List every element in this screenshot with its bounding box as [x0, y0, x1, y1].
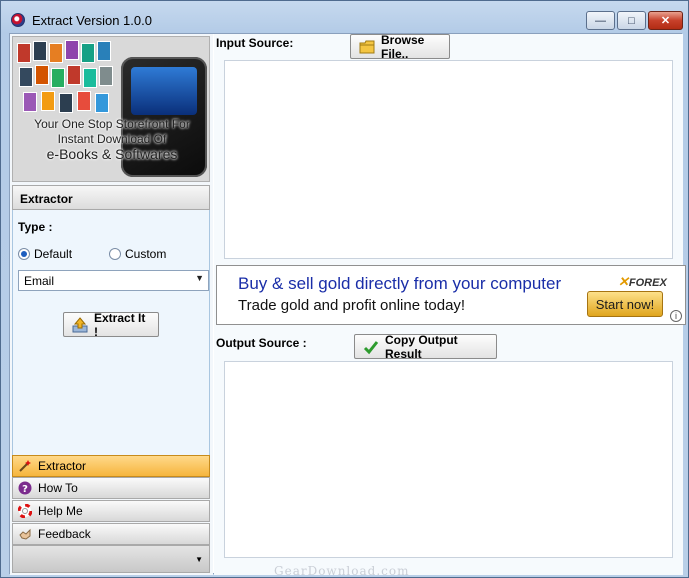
- browse-file-button[interactable]: Browse File..: [350, 32, 450, 61]
- type-label: Type :: [18, 220, 53, 234]
- nav-overflow-dropdown[interactable]: ▼: [12, 545, 210, 573]
- nav-item-label: How To: [38, 481, 78, 495]
- folder-icon: [359, 39, 375, 55]
- extract-type-select[interactable]: Email ▼: [18, 270, 209, 291]
- maximize-icon: □: [628, 14, 635, 27]
- copy-output-button[interactable]: Copy Output Result: [354, 332, 497, 361]
- banner-line-2: Instant Download Of: [57, 132, 167, 146]
- banner-line-3: e-Books & Softwares: [46, 146, 178, 162]
- input-source-label: Input Source:: [216, 36, 294, 50]
- right-panel: Input Source: Browse File.. Buy & sell g…: [214, 32, 686, 575]
- magic-wand-icon: [17, 458, 33, 474]
- extract-type-value: Email: [24, 274, 55, 288]
- input-source-textarea[interactable]: [224, 60, 673, 259]
- minimize-icon: —: [595, 14, 606, 27]
- app-window: Extract Version 1.0.0 — □ ✕ Your One Sto…: [0, 0, 689, 578]
- radio-default-indicator[interactable]: [18, 248, 30, 260]
- close-icon: ✕: [660, 15, 671, 27]
- client-area: Your One Stop Storefront For Instant Dow…: [9, 32, 686, 575]
- browse-file-label: Browse File..: [381, 32, 425, 61]
- nav-item-label: Feedback: [38, 527, 91, 541]
- info-icon[interactable]: i: [670, 310, 682, 322]
- chevron-down-icon: ▼: [195, 555, 203, 564]
- nav-item-help-me[interactable]: Help Me: [12, 500, 210, 522]
- radio-default-label: Default: [34, 247, 73, 261]
- output-source-textarea[interactable]: [224, 361, 673, 558]
- title-bar[interactable]: Extract Version 1.0.0 — □ ✕: [1, 1, 688, 33]
- extractor-pane: Type : Default Custom Email ▼ Extract It…: [12, 210, 210, 456]
- copy-output-label: Copy Output Result: [385, 332, 458, 361]
- banner-line-1: Your One Stop Storefront For: [34, 117, 190, 131]
- chevron-down-icon: ▼: [195, 273, 204, 283]
- nav-item-feedback[interactable]: Feedback: [12, 523, 210, 545]
- lifebuoy-icon: [17, 503, 33, 519]
- forex-brand: FOREX: [628, 277, 667, 289]
- output-source-label: Output Source :: [216, 336, 307, 350]
- extract-icon: [72, 316, 88, 333]
- forex-ad-banner[interactable]: Buy & sell gold directly from your compu…: [216, 265, 686, 325]
- storefront-banner[interactable]: Your One Stop Storefront For Instant Dow…: [12, 36, 210, 182]
- nav-item-label: Extractor: [38, 459, 87, 473]
- svg-text:?: ?: [22, 484, 28, 495]
- radio-custom[interactable]: Custom: [109, 247, 166, 261]
- ad-start-now-button[interactable]: Start now!: [587, 291, 663, 317]
- nav-item-label: Help Me: [38, 504, 83, 518]
- app-icon: [11, 13, 25, 27]
- ad-headline: Buy & sell gold directly from your compu…: [238, 274, 562, 293]
- nav-item-how-to[interactable]: ? How To: [12, 477, 210, 499]
- extractor-section-header: Extractor: [12, 185, 210, 210]
- close-button[interactable]: ✕: [648, 11, 683, 30]
- window-title: Extract Version 1.0.0: [32, 13, 152, 28]
- radio-custom-label: Custom: [125, 247, 167, 261]
- feedback-icon: [17, 526, 33, 542]
- forex-x-icon: ✕: [618, 274, 629, 289]
- checkmark-icon: [363, 339, 379, 355]
- maximize-button[interactable]: □: [617, 11, 646, 30]
- extract-button[interactable]: Extract It !: [63, 310, 159, 339]
- forex-logo: ✕FOREX: [618, 274, 667, 290]
- watermark: GearDownload.com: [274, 564, 410, 578]
- nav-item-extractor[interactable]: Extractor: [12, 455, 210, 477]
- question-icon: ?: [17, 480, 33, 496]
- minimize-button[interactable]: —: [586, 11, 615, 30]
- radio-default[interactable]: Default: [18, 247, 72, 261]
- ad-subline: Trade gold and profit online today!: [238, 297, 466, 314]
- left-panel: Your One Stop Storefront For Instant Dow…: [10, 34, 213, 575]
- radio-custom-indicator[interactable]: [109, 248, 121, 260]
- extract-button-label: Extract It !: [94, 310, 146, 339]
